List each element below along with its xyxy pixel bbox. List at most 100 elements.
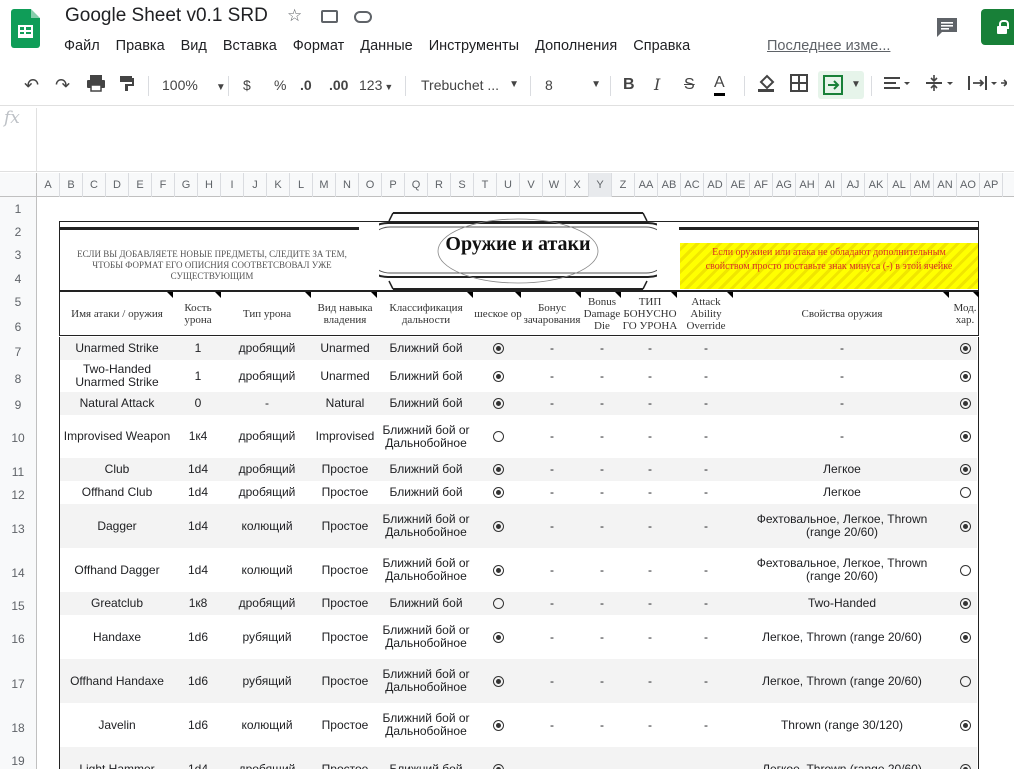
cell-b2[interactable]: - [582, 360, 622, 392]
text-wrap-icon[interactable] [967, 74, 1009, 96]
column-header-ak[interactable]: AK [865, 173, 888, 197]
proficiency-radio-icon[interactable] [492, 675, 504, 687]
column-header-n[interactable]: N [336, 173, 359, 197]
cell-type[interactable]: колющий [222, 548, 312, 592]
cell-die[interactable]: 1d4 [174, 548, 222, 592]
column-header-c[interactable]: C [83, 173, 106, 197]
cell-b4[interactable]: - [678, 415, 734, 458]
cell-b3[interactable]: - [622, 747, 678, 769]
table-row[interactable]: Unarmed Strike 1 дробящий Unarmed Ближний бо… [60, 337, 977, 360]
table-row[interactable]: Javelin 1d6 колющий Простое Ближний бой or Д… [60, 703, 977, 747]
cell-b1[interactable]: - [522, 592, 582, 615]
cell-type[interactable]: рубящий [222, 659, 312, 703]
cell-skill[interactable]: Простое [312, 504, 378, 548]
cell-die[interactable]: 1d4 [174, 504, 222, 548]
cell-name[interactable]: Offhand Club [60, 481, 174, 504]
cell-name[interactable]: Light Hammer [60, 747, 174, 769]
cell-b3[interactable]: - [622, 337, 678, 360]
cell-range[interactable]: Ближний бой or Дальнобойное [378, 659, 474, 703]
font-size-select[interactable]: 8 ▼ [545, 74, 601, 96]
redo-icon[interactable]: ↷ [55, 74, 70, 96]
cell-range[interactable]: Ближний бой or Дальнобойное [378, 504, 474, 548]
menu-item-2[interactable]: Вид [181, 38, 207, 54]
cell-name[interactable]: Unarmed Strike [60, 337, 174, 360]
table-row[interactable]: Natural Attack 0- Natural Ближний бой - - - - - [60, 392, 977, 415]
row-header-4[interactable]: 4 [0, 268, 36, 291]
cell-b4[interactable]: - [678, 392, 734, 415]
menu-item-8[interactable]: Справка [633, 38, 690, 54]
cell-b1[interactable]: - [522, 615, 582, 659]
cell-range[interactable]: Ближний бой [378, 481, 474, 504]
cell-name[interactable]: Offhand Dagger [60, 548, 174, 592]
select-all-corner[interactable] [0, 173, 37, 197]
cell-skill[interactable]: Unarmed [312, 360, 378, 392]
column-header-ad[interactable]: AD [704, 173, 727, 197]
column-header-w[interactable]: W [543, 173, 566, 197]
cell-b4[interactable]: - [678, 747, 734, 769]
cell-type[interactable]: колющий [222, 703, 312, 747]
modifier-radio-icon[interactable] [959, 520, 971, 532]
cell-die[interactable]: 1d6 [174, 615, 222, 659]
row-header-13[interactable]: 13 [0, 507, 36, 551]
cell-range[interactable]: Ближний бой [378, 392, 474, 415]
cell-skill[interactable]: Improvised [312, 415, 378, 458]
column-header-aa[interactable]: AA [635, 173, 658, 197]
column-header-h[interactable]: H [198, 173, 221, 197]
column-header-a[interactable]: A [37, 173, 60, 197]
cell-type[interactable]: дробящий [222, 458, 312, 481]
table-row[interactable]: Dagger 1d4 колющий Простое Ближний бой or Да… [60, 504, 977, 548]
cell-name[interactable]: Offhand Handaxe [60, 659, 174, 703]
cell-b1[interactable]: - [522, 415, 582, 458]
cell-props[interactable]: Фехтовальное, Легкое, Thrown (range 20/6… [734, 548, 950, 592]
cell-type[interactable]: - [222, 392, 312, 415]
proficiency-radio-icon[interactable] [492, 398, 504, 409]
cell-skill[interactable]: Простое [312, 747, 378, 769]
cell-type[interactable]: рубящий [222, 615, 312, 659]
modifier-radio-icon[interactable] [959, 564, 971, 576]
modifier-radio-icon[interactable] [959, 431, 971, 442]
cell-type[interactable]: дробящий [222, 337, 312, 360]
modifier-radio-icon[interactable] [959, 370, 971, 382]
text-color-button[interactable]: A [714, 74, 725, 96]
cell-props[interactable]: - [734, 360, 950, 392]
column-header-q[interactable]: Q [405, 173, 428, 197]
borders-icon[interactable] [790, 74, 808, 96]
column-header-ae[interactable]: AE [727, 173, 750, 197]
formula-input[interactable] [46, 112, 1006, 132]
row-header-14[interactable]: 14 [0, 551, 36, 595]
column-header-l[interactable]: L [290, 173, 313, 197]
cell-b3[interactable]: - [622, 392, 678, 415]
cell-props[interactable]: - [734, 392, 950, 415]
cell-range[interactable]: Ближний бой or Дальнобойное [378, 548, 474, 592]
row-header-17[interactable]: 17 [0, 662, 36, 706]
cell-props[interactable]: Two-Handed [734, 592, 950, 615]
cell-b3[interactable]: - [622, 360, 678, 392]
row-header-6[interactable]: 6 [0, 314, 36, 340]
proficiency-radio-icon[interactable] [492, 464, 504, 475]
sheets-logo-icon[interactable] [11, 9, 40, 48]
cell-props[interactable]: Легкое, Thrown (range 20/60) [734, 615, 950, 659]
column-header-e[interactable]: E [129, 173, 152, 197]
cell-b3[interactable]: - [622, 592, 678, 615]
proficiency-radio-icon[interactable] [492, 631, 504, 643]
table-row[interactable]: Two-Handed Unarmed Strike 1 дробящий Unarme… [60, 360, 977, 392]
print-icon[interactable] [86, 74, 106, 96]
cell-b3[interactable]: - [622, 481, 678, 504]
comments-icon[interactable] [935, 16, 959, 37]
paint-format-icon[interactable] [118, 74, 136, 96]
cell-b1[interactable]: - [522, 481, 582, 504]
cell-b4[interactable]: - [678, 615, 734, 659]
horizontal-align-icon[interactable] [883, 74, 911, 96]
table-row[interactable]: Light Hammer 1d4 дробящий Простое Ближний бо… [60, 747, 977, 769]
cell-props[interactable]: Фехтовальное, Легкое, Thrown (range 20/6… [734, 504, 950, 548]
modifier-radio-icon[interactable] [959, 487, 971, 498]
column-header-aj[interactable]: AJ [842, 173, 865, 197]
row-header-8[interactable]: 8 [0, 364, 36, 394]
cell-b2[interactable]: - [582, 659, 622, 703]
cell-range[interactable]: Ближний бой or Дальнобойное [378, 615, 474, 659]
row-header-1[interactable]: 1 [0, 197, 36, 221]
last-edit-link[interactable]: Последнее изме... [767, 38, 890, 54]
cell-die[interactable]: 1d4 [174, 481, 222, 504]
cell-die[interactable]: 0 [174, 392, 222, 415]
column-header-i[interactable]: I [221, 173, 244, 197]
